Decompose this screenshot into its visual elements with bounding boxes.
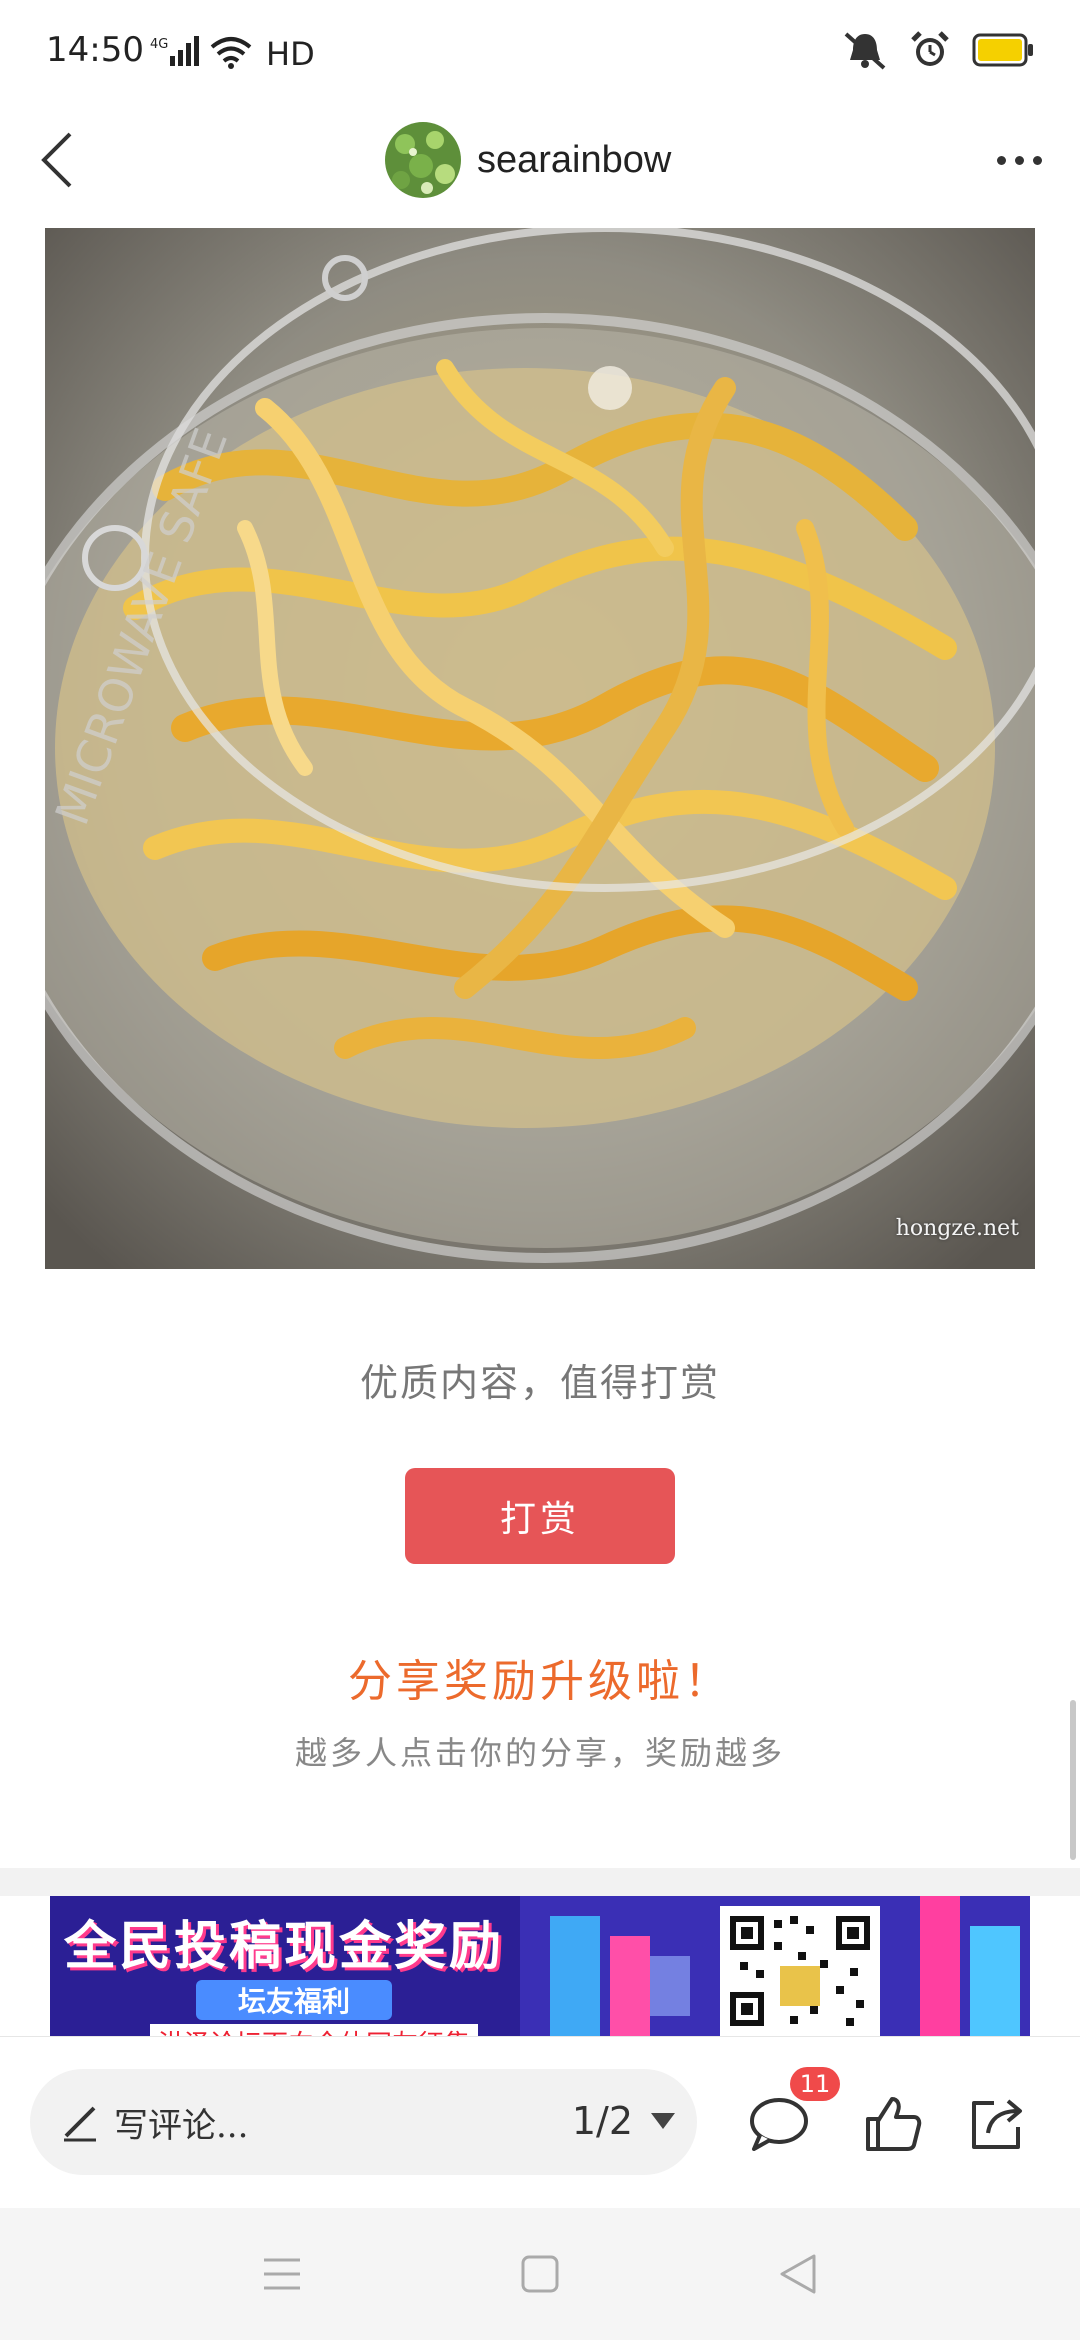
comment-placeholder: 写评论... (114, 2105, 249, 2146)
title-bar: searainbow (0, 105, 1080, 225)
image-watermark: hongze.net (895, 1216, 1019, 1241)
comment-input[interactable]: 写评论... 1/2 (30, 2069, 697, 2175)
banner-title: 全民投稿现金奖励 (64, 1917, 505, 1977)
author-name[interactable]: searainbow (477, 139, 671, 182)
promo-banner[interactable]: 全民投稿现金奖励 坛友福利 洪泽论坛面向全体网友征集 (50, 1896, 1030, 2036)
battery-icon (972, 33, 1034, 71)
nav-home-button[interactable] (510, 2244, 570, 2304)
hd-label: HD (266, 35, 315, 73)
share-button[interactable] (962, 2089, 1032, 2159)
more-options-button[interactable] (984, 135, 1054, 185)
status-time: 14:50 (46, 30, 144, 70)
pencil-icon (60, 2102, 100, 2142)
nav-menu-button[interactable] (252, 2244, 312, 2304)
share-reward-title: 分享奖励升级啦！ (348, 1656, 732, 1707)
comment-bubble-icon (750, 2098, 808, 2151)
banner-tag: 坛友福利 (196, 1980, 392, 2020)
reward-button[interactable]: 打赏 (405, 1468, 675, 1564)
comment-count-badge: 11 (790, 2067, 840, 2101)
system-nav-bar (0, 2208, 1080, 2340)
menu-icon (264, 2258, 300, 2290)
status-right-icons (842, 30, 1034, 74)
share-reward-subtitle: 越多人点击你的分享，奖励越多 (294, 1734, 785, 1772)
back-triangle-icon (780, 2254, 816, 2294)
author-info[interactable]: searainbow (385, 115, 671, 205)
alarm-icon (910, 30, 950, 74)
share-icon (972, 2099, 1022, 2149)
thumbs-up-icon (866, 2097, 922, 2151)
status-left-icons: 4G HD (150, 34, 315, 74)
status-bar: 14:50 4G HD (0, 0, 1080, 105)
nav-back-button[interactable] (768, 2244, 828, 2304)
section-divider (0, 1868, 1080, 1896)
like-button[interactable] (858, 2089, 928, 2159)
svg-text:4G: 4G (150, 37, 168, 52)
scrollbar[interactable] (1070, 1700, 1076, 1860)
bottom-action-bar: 写评论... 1/2 11 (0, 2036, 1080, 2208)
reward-prompt-text: 优质内容，值得打赏 (359, 1361, 720, 1405)
caret-down-icon[interactable] (651, 2113, 675, 2129)
post-image[interactable]: MICROWAVE SAFE hongze.net (45, 228, 1035, 1269)
banner-subtitle: 洪泽论坛面向全体网友征集 (150, 2024, 479, 2036)
more-horizontal-icon (996, 155, 1006, 165)
signal-icon: 4G (150, 34, 200, 74)
back-button[interactable] (26, 125, 86, 195)
vibrate-mute-icon (842, 30, 888, 74)
page-indicator[interactable]: 1/2 (572, 2099, 633, 2143)
wifi-icon (210, 35, 252, 73)
chevron-left-icon (41, 132, 72, 188)
avatar[interactable] (385, 122, 461, 198)
home-square-icon (521, 2255, 559, 2293)
